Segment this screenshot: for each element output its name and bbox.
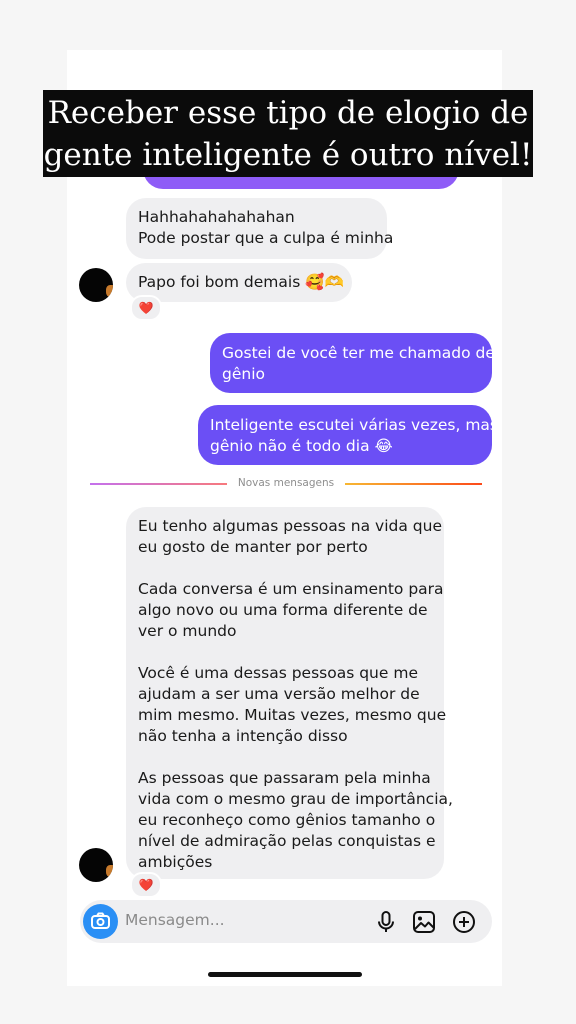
message-line: eu reconheço como gênios tamanho o — [138, 811, 436, 829]
story-caption: Receber esse tipo de elogio de gente int… — [43, 90, 533, 177]
message-paragraph: Você é uma dessas pessoas que me ajudam … — [138, 663, 447, 747]
new-messages-divider: Novas mensagens — [90, 476, 482, 490]
message-line: Gostei de você ter me chamado de — [222, 344, 495, 362]
message-line: gênio — [222, 365, 265, 383]
message-line: Pode postar que a culpa é minha — [138, 229, 394, 247]
microphone-icon[interactable] — [373, 909, 399, 935]
message-input[interactable] — [125, 911, 325, 929]
message-line: gênio não é todo dia 😂 — [210, 437, 393, 455]
message-line: Hahhahahahahahan — [138, 208, 295, 226]
camera-icon — [91, 912, 110, 929]
heart-reaction-icon[interactable]: ❤️ — [130, 872, 162, 898]
message-line: Cada conversa é um ensinamento para — [138, 580, 444, 598]
divider-line — [90, 483, 227, 485]
message-line: eu gosto de manter por perto — [138, 538, 368, 556]
message-paragraph: As pessoas que passaram pela minha vida … — [138, 768, 453, 873]
outgoing-message-bubble[interactable]: Inteligente escutei várias vezes, mas gê… — [198, 405, 498, 465]
message-composer — [80, 900, 492, 943]
outgoing-message-bubble[interactable]: Gostei de você ter me chamado de gênio — [210, 333, 495, 393]
caption-line-1: Receber esse tipo de elogio de — [47, 95, 529, 131]
divider-line — [345, 483, 482, 485]
incoming-message-bubble[interactable]: Papo foi bom demais 🥰🫶 — [126, 263, 352, 302]
message-line: mim mesmo. Muitas vezes, mesmo que — [138, 706, 447, 724]
message-paragraph: Eu tenho algumas pessoas na vida que eu … — [138, 516, 442, 558]
message-line: Papo foi bom demais 🥰🫶 — [138, 273, 344, 291]
home-indicator[interactable] — [208, 972, 362, 977]
incoming-message-bubble[interactable]: Hahhahahahahahan Pode postar que a culpa… — [126, 198, 394, 259]
message-line: ajudam a ser uma versão melhor de — [138, 685, 420, 703]
contact-avatar[interactable] — [79, 848, 113, 882]
message-line: Eu tenho algumas pessoas na vida que — [138, 517, 442, 535]
message-line: nível de admiração pelas conquistas e — [138, 832, 436, 850]
message-line: vida com o mesmo grau de importância, — [138, 790, 453, 808]
contact-avatar[interactable] — [79, 268, 113, 302]
message-line: ambições — [138, 853, 213, 871]
message-line: ver o mundo — [138, 622, 237, 640]
divider-label: Novas mensagens — [237, 477, 335, 489]
plus-circle-icon[interactable] — [451, 909, 477, 935]
message-line: algo novo ou uma forma diferente de — [138, 601, 428, 619]
caption-line-2: gente inteligente é outro nível! — [43, 137, 533, 173]
message-line: Você é uma dessas pessoas que me — [138, 664, 418, 682]
message-line: As pessoas que passaram pela minha — [138, 769, 431, 787]
gallery-icon[interactable] — [411, 909, 437, 935]
camera-button[interactable] — [83, 904, 118, 939]
incoming-message-bubble[interactable]: Eu tenho algumas pessoas na vida que eu … — [126, 507, 453, 879]
heart-reaction-icon[interactable]: ❤️ — [130, 295, 162, 321]
emoji: 🥰🫶 — [305, 273, 344, 291]
message-line: Inteligente escutei várias vezes, mas — [210, 416, 498, 434]
message-paragraph: Cada conversa é um ensinamento para algo… — [138, 579, 444, 642]
message-line: não tenha a intenção disso — [138, 727, 348, 745]
page: Receber esse tipo de elogio de gente int… — [0, 0, 576, 1024]
